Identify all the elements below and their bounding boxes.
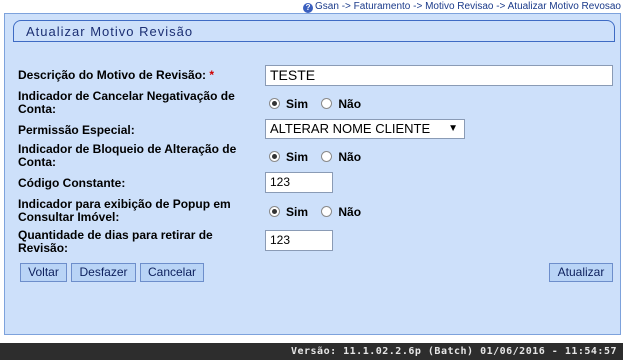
desfazer-button[interactable]: Desfazer	[71, 263, 136, 282]
popup-imovel-radios: Sim Não	[269, 205, 371, 219]
breadcrumb: ? Gsan -> Faturamento -> Motivo Revisao -…	[303, 0, 621, 13]
popup-imovel-label: Indicador para exibição de Popup em Cons…	[18, 197, 231, 224]
dias-retirar-label: Quantidade de dias para retirar de Revis…	[18, 228, 213, 255]
voltar-button[interactable]: Voltar	[20, 263, 67, 282]
atualizar-button[interactable]: Atualizar	[549, 263, 613, 282]
codigo-constante-label: Código Constante:	[18, 176, 126, 190]
descricao-input[interactable]: TESTE	[265, 65, 613, 86]
form-panel: Atualizar Motivo Revisão Descrição do Mo…	[4, 13, 621, 335]
popup-imovel-nao-radio[interactable]	[321, 206, 333, 217]
breadcrumb-bar: ? Gsan -> Faturamento -> Motivo Revisao -…	[0, 0, 623, 13]
cancelar-negativacao-radios: Sim Não	[269, 97, 371, 111]
footer-bar: Versão: 11.1.02.2.6p (Batch) 01/06/2016 …	[0, 343, 623, 360]
descricao-label: Descrição do Motivo de Revisão: *	[18, 68, 215, 82]
codigo-constante-input[interactable]: 123	[265, 172, 333, 193]
dias-retirar-input[interactable]: 123	[265, 230, 333, 251]
version-text: Versão: 11.1.02.2.6p (Batch) 01/06/2016 …	[290, 346, 617, 357]
cancelar-negativacao-sim-radio[interactable]	[269, 98, 280, 109]
cancelar-button[interactable]: Cancelar	[140, 263, 204, 282]
cancelar-negativacao-nao-radio[interactable]	[321, 98, 333, 109]
bloqueio-alteracao-radios: Sim Não	[269, 150, 371, 164]
dropdown-arrow-icon: ▼	[448, 123, 458, 134]
required-marker: *	[209, 68, 215, 82]
breadcrumb-text: Gsan -> Faturamento -> Motivo Revisao ->…	[315, 1, 621, 12]
permissao-especial-label: Permissão Especial:	[18, 123, 135, 137]
title-bar: Atualizar Motivo Revisão	[13, 20, 615, 42]
page-title: Atualizar Motivo Revisão	[26, 24, 194, 39]
help-icon[interactable]: ?	[303, 3, 314, 13]
popup-imovel-sim-radio[interactable]	[269, 206, 280, 217]
cancelar-negativacao-label: Indicador de Cancelar Negativação de Con…	[18, 89, 235, 116]
permissao-especial-select[interactable]: ALTERAR NOME CLIENTE ▼	[265, 119, 465, 139]
bloqueio-alteracao-label: Indicador de Bloqueio de Alteração de Co…	[18, 142, 237, 169]
bloqueio-alteracao-sim-radio[interactable]	[269, 151, 280, 162]
bloqueio-alteracao-nao-radio[interactable]	[321, 151, 333, 162]
